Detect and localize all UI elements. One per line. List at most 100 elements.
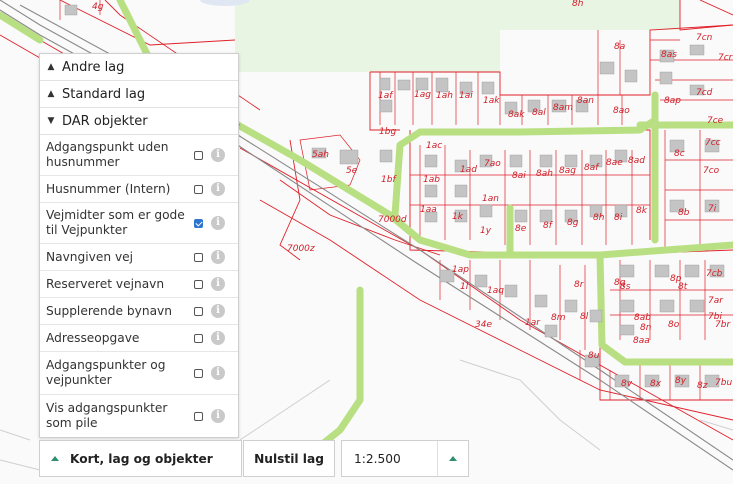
arrow-up-icon xyxy=(449,456,457,461)
layer-checkbox[interactable] xyxy=(194,150,203,160)
info-icon[interactable]: i xyxy=(211,148,225,162)
parcel-label: 1bf xyxy=(381,175,397,185)
parcel-label: 8c xyxy=(674,149,685,159)
layer-checkbox[interactable] xyxy=(194,368,203,378)
parcel-label: 7bu xyxy=(715,378,732,388)
parcel-label: 8ak xyxy=(508,110,525,120)
parcel-label: 8o xyxy=(668,320,680,330)
parcel-label: 8ad xyxy=(628,156,645,166)
scale-value: 1:2.500 xyxy=(354,451,401,466)
parcel-label: 7ce xyxy=(707,116,724,126)
parcel-label: 8v xyxy=(621,379,633,389)
layer-label: Adgangspunkter og vejpunkter xyxy=(46,358,166,387)
parcel-label: 8ag xyxy=(559,166,576,176)
parcel-label: 5ah xyxy=(312,150,329,160)
info-icon[interactable]: i xyxy=(211,182,225,196)
parcel-label: 8m xyxy=(551,313,566,323)
parcel-label: 8am xyxy=(553,103,573,113)
parcel-label: 1l xyxy=(460,282,469,292)
parcel-label: 1af xyxy=(378,91,394,101)
layer-checkbox[interactable] xyxy=(194,306,203,316)
layer-label: Vejmidter som er gode til Vejpunkter xyxy=(46,208,185,237)
parcel-label: 8ae xyxy=(606,158,623,168)
parcel-label: 7ar xyxy=(708,296,724,306)
parcel-label: 8e xyxy=(515,224,527,234)
parcel-label: 8z xyxy=(697,381,708,391)
parcel-label: 8x xyxy=(650,379,662,389)
layer-row: Adgangspunkter og vejpunkter i xyxy=(40,352,238,395)
parcel-label: 7cn xyxy=(696,33,713,43)
parcel-label: 8h xyxy=(572,0,584,9)
parcel-label: 8n xyxy=(640,323,652,333)
info-icon[interactable]: i xyxy=(211,277,225,291)
layer-row: Supplerende bynavn i xyxy=(40,298,238,325)
parcel-label: 1ak xyxy=(483,96,500,106)
parcel-label: 8l xyxy=(580,312,589,322)
parcel-label: 8t xyxy=(678,282,688,292)
parcel-label: 7co xyxy=(703,166,720,176)
layer-row: Vejmidter som er gode til Vejpunkter i xyxy=(40,203,238,244)
parcel-label: 8ah xyxy=(536,169,553,179)
section-label: DAR objekter xyxy=(62,113,148,129)
parcel-label: 4g xyxy=(92,2,104,12)
parcel-label: 1ah xyxy=(436,91,453,101)
map-layers-toggle-button[interactable]: Kort, lag og objekter xyxy=(39,440,242,477)
parcel-label: 8al xyxy=(532,108,546,118)
parcel-label: 8k xyxy=(636,206,648,216)
section-standard-lag[interactable]: ▲ Standard lag xyxy=(40,81,238,108)
parcel-label: 1aa xyxy=(420,205,437,215)
arrow-up-icon xyxy=(40,456,70,461)
layer-checkbox[interactable] xyxy=(194,333,203,343)
layer-row: Vis adgangspunkter som pile i xyxy=(40,395,238,437)
layer-checkbox[interactable] xyxy=(194,252,203,262)
info-icon[interactable]: i xyxy=(211,366,225,380)
layer-checkbox[interactable] xyxy=(194,411,203,421)
parcel-label: 1y xyxy=(480,226,492,236)
parcel-label: 7ao xyxy=(484,159,501,169)
chevron-down-icon: ▼ xyxy=(47,116,55,126)
parcel-label: 1ad xyxy=(460,165,477,175)
layer-row: Navngiven vej i xyxy=(40,244,238,271)
scale-dropdown-button[interactable] xyxy=(437,441,468,476)
layer-checkbox[interactable] xyxy=(194,279,203,289)
parcel-label: 7cb xyxy=(706,269,723,279)
parcel-label: 8ai xyxy=(512,171,526,181)
info-icon[interactable]: i xyxy=(211,216,225,230)
parcel-label: 8as xyxy=(661,50,677,60)
parcel-label: 8ap xyxy=(664,96,681,106)
parcel-label: 7cc xyxy=(705,138,721,148)
layer-row: Husnummer (Intern) i xyxy=(40,176,238,203)
parcel-label: 8aa xyxy=(633,336,650,346)
layer-label: Supplerende bynavn xyxy=(46,303,172,318)
layer-checkbox[interactable] xyxy=(194,218,203,228)
section-dar-objekter[interactable]: ▼ DAR objekter xyxy=(40,108,238,135)
parcel-label: 8b xyxy=(678,208,690,218)
layer-checkbox[interactable] xyxy=(194,184,203,194)
parcel-label: 8s xyxy=(620,282,631,292)
layer-label: Navngiven vej xyxy=(46,249,134,264)
parcel-label: 8y xyxy=(675,376,687,386)
parcel-label: 8an xyxy=(577,96,594,106)
info-icon[interactable]: i xyxy=(211,304,225,318)
reset-layers-button[interactable]: Nulstil lag xyxy=(243,440,335,477)
parcel-label: 8af xyxy=(584,163,600,173)
info-icon[interactable]: i xyxy=(211,409,225,423)
info-icon[interactable]: i xyxy=(211,331,225,345)
layer-label: Adresseopgave xyxy=(46,330,140,345)
parcel-label: 8g xyxy=(567,218,579,228)
parcel-label: 5e xyxy=(346,166,358,176)
toggle-label: Kort, lag og objekter xyxy=(70,451,213,466)
info-icon[interactable]: i xyxy=(211,250,225,264)
parcel-label: 7i xyxy=(708,204,717,214)
section-andre-lag[interactable]: ▲ Andre lag xyxy=(40,54,238,81)
parcel-label: 8ab xyxy=(634,313,651,323)
scale-selector[interactable]: 1:2.500 xyxy=(341,440,469,477)
parcel-label: 8i xyxy=(614,213,623,223)
parcel-label: 1ai xyxy=(459,91,473,101)
parcel-label: 7cr xyxy=(718,53,733,63)
layer-row: Adresseopgave i xyxy=(40,325,238,352)
parcel-label: 8h xyxy=(593,213,605,223)
parcel-label: 7br xyxy=(715,320,731,330)
layer-label: Husnummer (Intern) xyxy=(46,181,171,196)
parcel-label: 8r xyxy=(574,280,585,290)
